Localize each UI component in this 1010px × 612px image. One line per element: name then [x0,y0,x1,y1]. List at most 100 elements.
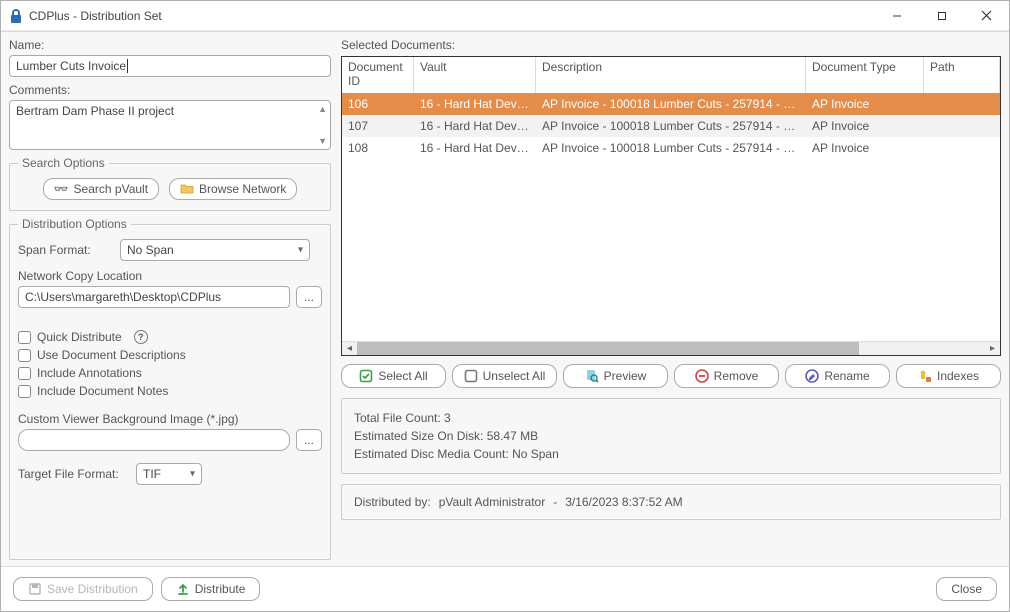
titlebar: CDPlus - Distribution Set [1,1,1009,31]
comments-input-value: Bertram Dam Phase II project [16,104,174,118]
network-copy-input[interactable]: C:\Users\margareth\Desktop\CDPlus [18,286,290,308]
span-format-value: No Span [127,243,174,257]
file-count-label: Total File Count: [354,411,444,425]
save-icon [28,582,42,596]
close-window-button[interactable] [964,2,1009,30]
separator: - [553,495,557,509]
include-annotations-label: Include Annotations [37,366,142,380]
size-value: 58.47 MB [487,429,538,443]
footer: Save Distribution Distribute Close [1,567,1009,611]
distributed-timestamp: 3/16/2023 8:37:52 AM [565,495,682,509]
cell-vault: 16 - Hard Hat Devel... [414,119,536,133]
cell-desc: AP Invoice - 100018 Lumber Cuts - 257914… [536,119,806,133]
file-count-value: 3 [444,411,451,425]
textarea-scroll-down-icon[interactable]: ▼ [318,136,327,146]
use-document-descriptions-label: Use Document Descriptions [37,348,186,362]
save-distribution-label: Save Distribution [47,582,138,596]
binoculars-icon: 👓 [54,182,69,196]
network-copy-browse-button[interactable]: ... [296,286,322,308]
cell-type: AP Invoice [806,141,924,155]
search-options-group: Search Options 👓 Search pVault Browse Ne… [9,156,331,211]
col-document-type[interactable]: Document Type [806,57,924,93]
remove-label: Remove [714,369,759,383]
col-path[interactable]: Path [924,57,1000,93]
network-copy-label: Network Copy Location [18,269,322,283]
size-label: Estimated Size On Disk: [354,429,487,443]
unselect-all-button[interactable]: Unselect All [452,364,557,388]
minimize-button[interactable] [874,2,919,30]
maximize-button[interactable] [919,2,964,30]
magnifier-page-icon [585,369,599,383]
include-document-notes-label: Include Document Notes [37,384,168,398]
cell-type: AP Invoice [806,119,924,133]
name-label: Name: [9,38,331,52]
select-all-button[interactable]: Select All [341,364,446,388]
col-vault[interactable]: Vault [414,57,536,93]
horizontal-scrollbar[interactable]: ◂ ▸ [342,341,1000,355]
window-title: CDPlus - Distribution Set [29,9,162,23]
target-format-value: TIF [143,467,161,481]
empty-square-icon [464,369,478,383]
span-format-select[interactable]: No Span [120,239,310,261]
scroll-left-icon[interactable]: ◂ [342,342,357,355]
include-annotations-checkbox[interactable] [18,367,31,380]
scroll-thumb[interactable] [357,342,859,355]
indexes-icon [918,369,932,383]
use-document-descriptions-checkbox[interactable] [18,349,31,362]
unselect-all-label: Unselect All [483,369,546,383]
preview-label: Preview [604,369,647,383]
table-header: Document ID Vault Description Document T… [342,57,1000,93]
distribute-button[interactable]: Distribute [161,577,261,601]
selected-documents-label: Selected Documents: [341,38,1001,52]
search-options-legend: Search Options [18,156,109,170]
save-distribution-button[interactable]: Save Distribution [13,577,153,601]
distributed-by-box: Distributed by: pVault Administrator - 3… [341,484,1001,520]
distribute-label: Distribute [195,582,246,596]
remove-circle-icon [695,369,709,383]
table-row[interactable]: 108 16 - Hard Hat Develo... AP Invoice -… [342,137,1000,159]
distribution-options-legend: Distribution Options [18,217,131,231]
cell-type: AP Invoice [806,97,924,111]
close-button[interactable]: Close [936,577,997,601]
table-row[interactable]: 106 16 - Hard Hat Develo... AP Invoice -… [342,93,1000,115]
textarea-scroll-up-icon[interactable]: ▲ [318,104,327,114]
help-icon[interactable]: ? [134,330,148,344]
col-description[interactable]: Description [536,57,806,93]
cell-vault: 16 - Hard Hat Develo... [414,141,536,155]
table-row[interactable]: 107 16 - Hard Hat Devel... AP Invoice - … [342,115,1000,137]
media-count-value: No Span [512,447,559,461]
col-document-id[interactable]: Document ID [342,57,414,93]
quick-distribute-checkbox[interactable] [18,331,31,344]
comments-label: Comments: [9,83,331,97]
browse-network-button[interactable]: Browse Network [169,178,297,200]
cell-id: 107 [342,119,414,133]
stats-box: Total File Count: 3 Estimated Size On Di… [341,398,1001,474]
folder-icon [180,183,194,195]
rename-icon [805,369,819,383]
select-all-label: Select All [378,369,427,383]
target-format-label: Target File Format: [18,467,128,481]
lock-icon [9,8,23,24]
include-document-notes-checkbox[interactable] [18,385,31,398]
preview-button[interactable]: Preview [563,364,668,388]
name-input[interactable]: Lumber Cuts Invoice [9,55,331,77]
upload-icon [176,582,190,596]
cell-desc: AP Invoice - 100018 Lumber Cuts - 257914… [536,97,806,111]
browse-network-label: Browse Network [199,182,286,196]
cell-desc: AP Invoice - 100018 Lumber Cuts - 257914… [536,141,806,155]
target-format-select[interactable]: TIF [136,463,202,485]
cell-id: 106 [342,97,414,111]
comments-input[interactable]: Bertram Dam Phase II project [9,100,331,150]
bg-image-input[interactable] [18,429,290,451]
network-copy-value: C:\Users\margareth\Desktop\CDPlus [25,290,221,304]
search-pvault-button[interactable]: 👓 Search pVault [43,178,159,200]
distributed-by-label: Distributed by: [354,495,431,509]
scroll-right-icon[interactable]: ▸ [985,342,1000,355]
indexes-button[interactable]: Indexes [896,364,1001,388]
rename-button[interactable]: Rename [785,364,890,388]
check-square-icon [359,369,373,383]
remove-button[interactable]: Remove [674,364,779,388]
bg-image-browse-button[interactable]: ... [296,429,322,451]
bg-image-label: Custom Viewer Background Image (*.jpg) [18,412,322,426]
quick-distribute-label: Quick Distribute [37,330,122,344]
